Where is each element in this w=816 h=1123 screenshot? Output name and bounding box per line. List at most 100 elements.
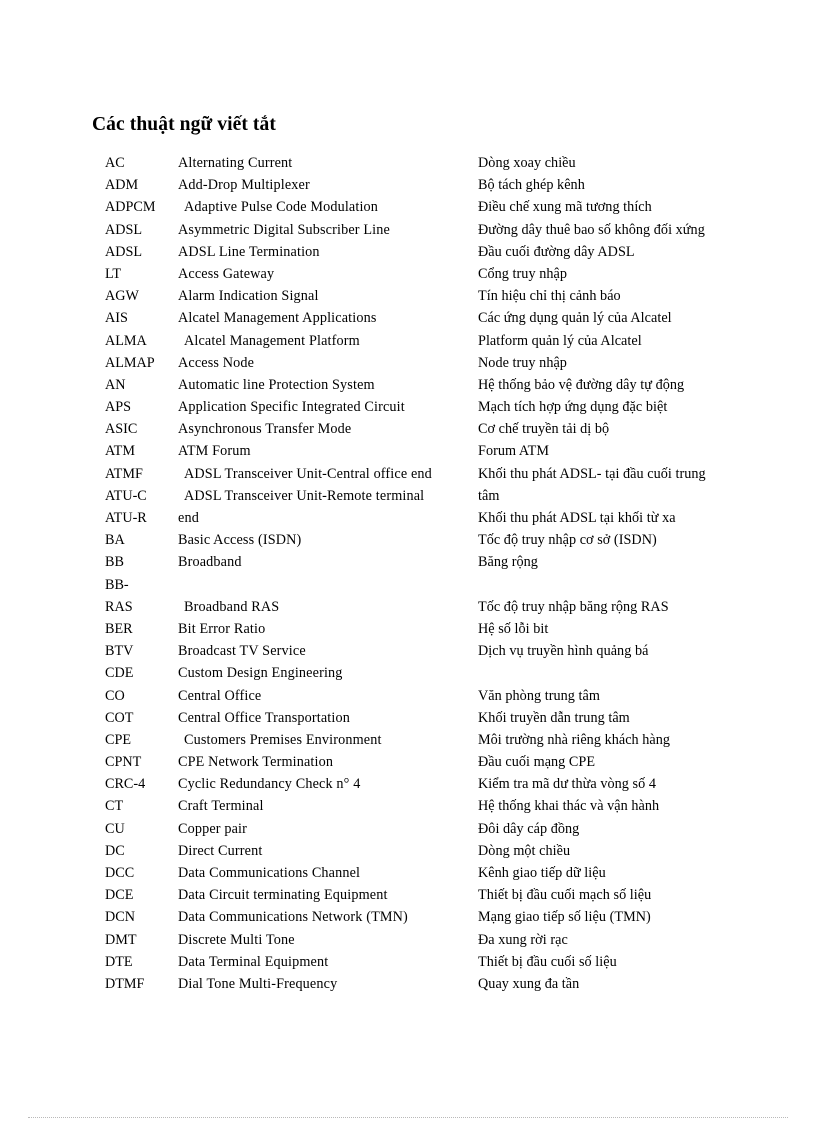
abbreviation-cell: ADM: [105, 177, 139, 194]
vietnamese-cell: Cổng truy nhập: [478, 265, 567, 282]
vietnamese-cell: Văn phòng trung tâm: [478, 687, 600, 704]
abbreviation-cell: AN: [105, 376, 126, 393]
table-row: DTMF Dial Tone Multi-Frequency Quay xung đ…: [0, 973, 816, 995]
expansion-cell: Direct Current: [178, 842, 263, 859]
table-row: ATMF ADSL Transceiver Unit-Central office…: [0, 463, 816, 485]
table-row: DCE Data Circuit terminating Equipment Thi…: [0, 884, 816, 906]
abbreviation-cell: CPNT: [105, 754, 142, 771]
vietnamese-cell: tâm: [478, 487, 500, 504]
table-row: AN Automatic line Protection System Hệ thố…: [0, 374, 816, 396]
table-row: ALMA Alcatel Management Platform Platform …: [0, 330, 816, 352]
page-title: Các thuật ngữ viết tắt: [92, 114, 276, 136]
abbreviation-cell: BB-: [105, 576, 129, 593]
table-row: ALMAP Access Node Node truy nhập: [0, 352, 816, 374]
abbreviation-cell: LT: [105, 265, 122, 282]
expansion-cell: Asynchronous Transfer Mode: [178, 421, 352, 438]
vietnamese-cell: Dòng xoay chiều: [478, 155, 576, 171]
expansion-cell: Access Node: [178, 354, 255, 371]
abbreviation-cell: ALMA: [105, 332, 147, 349]
expansion-cell: Craft Terminal: [178, 798, 264, 815]
abbreviation-cell: BER: [105, 620, 133, 637]
abbreviation-cell: BB: [105, 554, 124, 571]
expansion-cell: Bit Error Ratio: [178, 620, 266, 637]
expansion-cell: ADSL Transceiver Unit-Central office end: [184, 465, 432, 482]
table-row: DC Direct Current Dòng một chiều: [0, 840, 816, 862]
vietnamese-cell: Đầu cuối đường dây ADSL: [478, 243, 635, 260]
table-row: BTV Broadcast TV Service Dịch vụ truyền hì…: [0, 640, 816, 662]
table-row: CT Craft Terminal Hệ thống khai thác và vậ…: [0, 795, 816, 817]
abbreviation-cell: DCC: [105, 865, 135, 881]
abbreviation-cell: ATMF: [105, 465, 143, 482]
table-row: ADSL ADSL Line Termination Đầu cuối đường …: [0, 241, 816, 263]
table-row: CPE Customers Premises Environment Môi trư…: [0, 729, 816, 751]
vietnamese-cell: Dòng một chiều: [478, 842, 571, 859]
abbreviation-cell: ALMAP: [105, 354, 155, 371]
abbreviation-cell: CRC-4: [105, 776, 146, 793]
abbreviation-cell: DTMF: [105, 975, 145, 992]
expansion-cell: Copper pair: [178, 820, 248, 837]
abbreviation-cell: AC: [105, 155, 125, 171]
abbreviation-cell: ATU-C: [105, 487, 147, 504]
abbreviation-cell: DCE: [105, 887, 134, 904]
table-row: BA Basic Access (ISDN) Tốc độ truy nhập cơ…: [0, 529, 816, 551]
vietnamese-cell: Kiểm tra mã dư thừa vòng số 4: [478, 776, 656, 793]
table-row: BB Broadband Băng rộng: [0, 551, 816, 573]
expansion-cell: Dial Tone Multi-Frequency: [178, 975, 338, 992]
abbreviation-cell: RAS: [105, 598, 133, 615]
table-row: APS Application Specific Integrated Circu…: [0, 396, 816, 418]
expansion-cell: Asymmetric Digital Subscriber Line: [178, 221, 390, 238]
vietnamese-cell: Bộ tách ghép kênh: [478, 177, 585, 194]
abbreviation-cell: CU: [105, 820, 125, 837]
expansion-cell: end: [178, 510, 199, 526]
table-row: BB-: [0, 574, 816, 596]
table-row: DCC Data Communications Channel Kênh giao …: [0, 862, 816, 884]
table-row: ADSL Asymmetric Digital Subscriber Line Đư…: [0, 219, 816, 241]
expansion-cell: Central Office Transportation: [178, 709, 350, 726]
table-row: ADPCM Adaptive Pulse Code Modulation Điều …: [0, 196, 816, 218]
expansion-cell: Access Gateway: [178, 265, 275, 282]
abbreviation-cell: ADSL: [105, 221, 143, 238]
abbreviation-table: AC Alternating Current Dòng xoay chiều ADM A…: [0, 152, 816, 995]
expansion-cell: Data Communications Channel: [178, 865, 361, 881]
table-row: DTE Data Terminal Equipment Thiết bị đầu c…: [0, 951, 816, 973]
vietnamese-cell: Tín hiệu chỉ thị cảnh báo: [478, 288, 621, 305]
table-row: CRC-4 Cyclic Redundancy Check n° 4 Kiểm tr…: [0, 773, 816, 795]
vietnamese-cell: Các ứng dụng quản lý của Alcatel: [478, 310, 672, 327]
expansion-cell: Broadband: [178, 554, 242, 571]
vietnamese-cell: Điều chế xung mã tương thích: [478, 199, 652, 216]
expansion-cell: Data Terminal Equipment: [178, 953, 329, 970]
expansion-cell: Data Circuit terminating Equipment: [178, 887, 388, 904]
abbreviation-cell: CO: [105, 687, 125, 704]
expansion-cell: Central Office: [178, 687, 262, 704]
vietnamese-cell: Tốc độ truy nhập cơ sở (ISDN): [478, 532, 657, 549]
expansion-cell: ADSL Transceiver Unit-Remote terminal: [184, 487, 425, 504]
abbreviation-cell: AIS: [105, 310, 128, 327]
expansion-cell: Broadband RAS: [184, 598, 280, 615]
expansion-cell: Alarm Indication Signal: [178, 288, 319, 305]
expansion-cell: ADSL Line Termination: [178, 243, 320, 260]
table-row: DCN Data Communications Network (TMN) Mạng…: [0, 906, 816, 928]
vietnamese-cell: Đầu cuối mạng CPE: [478, 754, 596, 771]
abbreviation-cell: DMT: [105, 931, 137, 948]
expansion-cell: Adaptive Pulse Code Modulation: [184, 199, 379, 216]
expansion-cell: Cyclic Redundancy Check n° 4: [178, 776, 361, 793]
document-page: Các thuật ngữ viết tắt AC Alternating Cur…: [0, 0, 816, 1123]
vietnamese-cell: Thiết bị đầu cuối số liệu: [478, 953, 617, 970]
expansion-cell: Application Specific Integrated Circuit: [178, 399, 405, 416]
abbreviation-cell: ADSL: [105, 243, 143, 260]
vietnamese-cell: Cơ chế truyền tải dị bộ: [478, 421, 610, 438]
vietnamese-cell: Mạng giao tiếp số liệu (TMN): [478, 909, 651, 926]
expansion-cell: Automatic line Protection System: [178, 376, 375, 393]
vietnamese-cell: Băng rộng: [478, 554, 538, 571]
table-row: ASIC Asynchronous Transfer Mode Cơ chế tru…: [0, 418, 816, 440]
abbreviation-cell: CT: [105, 798, 124, 815]
expansion-cell: Alternating Current: [178, 155, 293, 171]
abbreviation-cell: BA: [105, 532, 125, 549]
expansion-cell: Alcatel Management Platform: [184, 332, 360, 349]
vietnamese-cell: Môi trường nhà riêng khách hàng: [478, 731, 671, 748]
table-row: LT Access Gateway Cổng truy nhập: [0, 263, 816, 285]
abbreviation-cell: APS: [105, 399, 132, 416]
abbreviation-cell: DTE: [105, 953, 133, 970]
table-row: CO Central Office Văn phòng trung tâm: [0, 685, 816, 707]
table-row: BER Bit Error Ratio Hệ số lỗi bit: [0, 618, 816, 640]
